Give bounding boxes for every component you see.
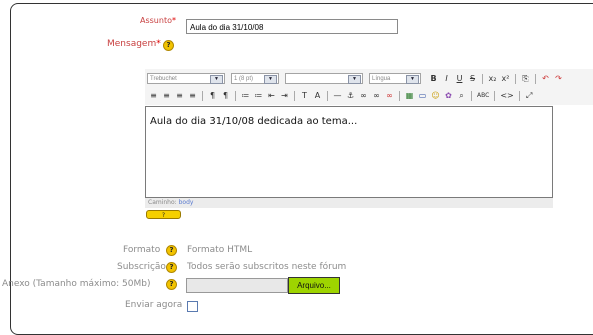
unlink-icon[interactable]: ∞ [372, 90, 381, 101]
paste-icon[interactable]: ⎘ [521, 73, 530, 84]
text-color-icon[interactable]: T [300, 90, 309, 101]
rtl-icon[interactable]: ¶ [221, 90, 230, 101]
chevron-down-icon: ▼ [406, 75, 419, 84]
align-justify-icon[interactable]: ≡ [188, 90, 197, 101]
superscript-button[interactable]: x² [501, 73, 510, 84]
table-icon[interactable]: ▭ [418, 90, 427, 101]
nolink-icon[interactable]: ∞ [385, 90, 394, 101]
browse-file-button[interactable]: Arquivo... [288, 277, 340, 294]
chevron-down-icon: ▼ [210, 75, 223, 84]
toolbar-divider [535, 73, 536, 84]
subscript-button[interactable]: x₂ [488, 73, 497, 84]
italic-button[interactable]: I [442, 73, 451, 84]
bold-button[interactable]: B [429, 73, 438, 84]
html-source-icon[interactable]: <> [500, 90, 513, 101]
toolbar-divider [494, 90, 496, 101]
format-value: Formato HTML [187, 245, 253, 255]
special-char-icon[interactable]: ✿ [444, 90, 453, 101]
ltr-icon[interactable]: ¶ [208, 90, 217, 101]
message-editor[interactable]: Aula do dia 31/10/08 dedicada ao tema... [145, 106, 553, 198]
format-label: Formato [123, 245, 161, 255]
smiley-icon[interactable]: ☺ [431, 90, 440, 101]
path-label: Caminho: [148, 199, 177, 206]
anchor-icon[interactable]: ⚓ [346, 90, 355, 101]
toolbar-divider [482, 73, 483, 84]
editor-toolbar: Trebuchet ▼ 1 (8 pt) ▼ ▼ Língua ▼ B I U S x… [145, 69, 593, 105]
attachment-file-field[interactable] [186, 278, 288, 293]
strikethrough-button[interactable]: S [468, 73, 477, 84]
unordered-list-icon[interactable]: ≔ [254, 90, 263, 101]
path-body-link[interactable]: body [179, 199, 194, 206]
toolbar-divider [399, 90, 400, 101]
message-label: Mensagem* [107, 39, 161, 49]
undo-icon[interactable]: ↶ [541, 73, 550, 84]
ordered-list-icon[interactable]: ≔ [241, 90, 250, 101]
link-icon[interactable]: ∞ [359, 90, 368, 101]
toolbar-divider [327, 90, 328, 101]
chevron-down-icon: ▼ [264, 75, 277, 84]
outdent-icon[interactable]: ⇤ [267, 90, 276, 101]
toolbar-divider [235, 90, 236, 101]
subscription-label: Subscrição [117, 262, 166, 272]
indent-icon[interactable]: ⇥ [280, 90, 289, 101]
align-left-icon[interactable]: ≡ [149, 90, 158, 101]
editor-help-button[interactable]: ? [146, 210, 181, 219]
toolbar-divider [515, 73, 516, 84]
subscription-value: Todos serão subscritos neste fórum [187, 262, 347, 272]
style-select[interactable]: ▼ [285, 73, 363, 84]
help-icon[interactable]: ? [166, 262, 177, 273]
editor-text: Aula do dia 31/10/08 dedicada ao tema... [150, 116, 358, 127]
font-family-select[interactable]: Trebuchet ▼ [147, 73, 225, 84]
chevron-down-icon: ▼ [348, 75, 361, 84]
fullscreen-icon[interactable]: ⤢ [525, 90, 534, 101]
help-icon[interactable]: ? [163, 40, 174, 51]
attachment-label: Anexo (Tamanho máximo: 50Mb) [2, 279, 151, 289]
font-size-select[interactable]: 1 (8 pt) ▼ [231, 73, 279, 84]
toolbar-divider [518, 90, 520, 101]
toolbar-divider [294, 90, 295, 101]
help-icon[interactable]: ? [166, 279, 177, 290]
search-replace-icon[interactable]: ⌕ [457, 90, 466, 101]
help-icon[interactable]: ? [166, 245, 177, 256]
toolbar-divider [202, 90, 203, 101]
send-now-checkbox[interactable] [187, 301, 198, 312]
image-icon[interactable]: ▦ [405, 90, 414, 101]
spellcheck-icon[interactable]: ABC [477, 90, 489, 101]
subject-label: Assunto* [140, 16, 176, 25]
toolbar-divider [471, 90, 472, 101]
subject-input[interactable]: Aula do dia 31/10/08 [186, 19, 398, 34]
background-color-icon[interactable]: A [313, 90, 322, 101]
language-select[interactable]: Língua ▼ [369, 73, 421, 84]
horizontal-rule-icon[interactable]: — [333, 90, 342, 101]
editor-path-bar: Caminho: body [145, 198, 553, 208]
toolbar-row-2: ≡ ≡ ≡ ≡ ¶ ¶ ≔ ≔ ⇤ ⇥ T A — ⚓ ∞ ∞ ∞ ▦ ▭ ☺ … [147, 88, 536, 103]
underline-button[interactable]: U [455, 73, 464, 84]
align-center-icon[interactable]: ≡ [162, 90, 171, 101]
redo-icon[interactable]: ↷ [554, 73, 563, 84]
align-right-icon[interactable]: ≡ [175, 90, 184, 101]
toolbar-row-1: Trebuchet ▼ 1 (8 pt) ▼ ▼ Língua ▼ B I U S x… [147, 71, 565, 86]
send-now-label: Enviar agora [125, 300, 183, 310]
